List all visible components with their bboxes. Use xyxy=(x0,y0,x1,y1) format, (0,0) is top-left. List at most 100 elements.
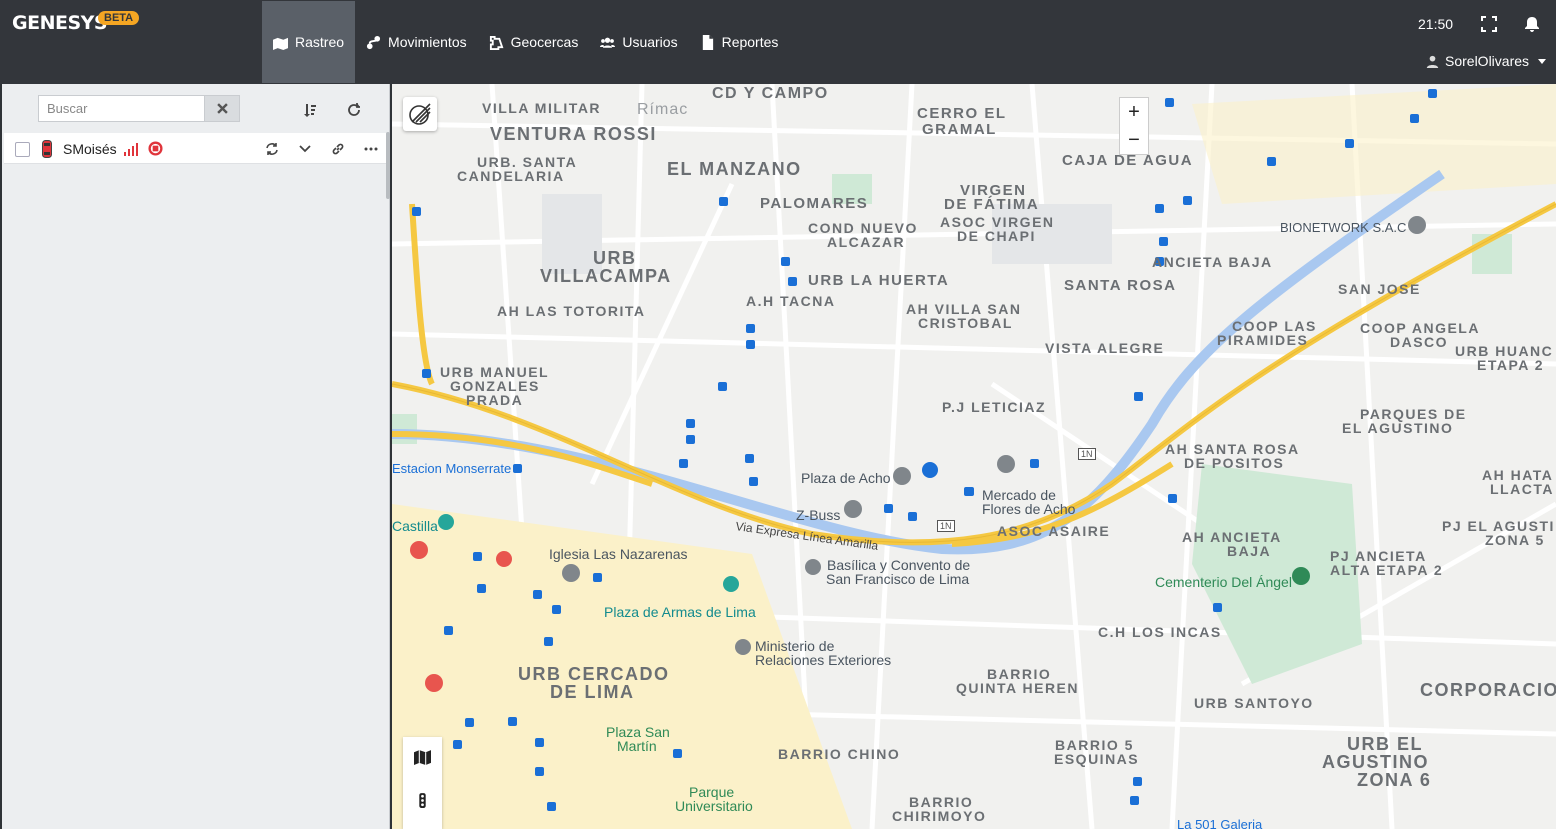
highway-shield: 1N xyxy=(937,520,955,532)
poi-label[interactable]: Estacion Monserrate xyxy=(392,461,511,476)
main-nav: Rastreo Movimientos Geocercas Usuarios R… xyxy=(262,1,789,83)
chevron-down-icon[interactable] xyxy=(298,142,312,156)
map-label: URB CERCADO xyxy=(518,664,670,684)
users-icon xyxy=(600,37,616,48)
refresh-icon[interactable] xyxy=(347,103,361,117)
map-label: URB xyxy=(593,248,637,268)
map-label: BARRIO CHINO xyxy=(778,746,901,762)
map-label: VILLA MILITAR xyxy=(482,100,602,116)
poi-label[interactable]: Iglesia Las Nazarenas xyxy=(549,546,688,562)
map-label: VISTA ALEGRE xyxy=(1045,340,1165,356)
map-label: CORPORACIO xyxy=(1420,680,1556,700)
route-icon xyxy=(366,35,381,49)
map-label: ASOC ASAIRE xyxy=(997,523,1111,539)
poi-label[interactable]: Relaciones Exteriores xyxy=(755,652,891,668)
map-label: URB LA HUERTA xyxy=(808,272,950,289)
zoom-out-button[interactable]: − xyxy=(1128,129,1140,152)
close-icon xyxy=(216,103,228,114)
map-view[interactable]: VILLA MILITAR VENTURA ROSSI CD Y CAMPO C… xyxy=(392,84,1556,829)
link-icon[interactable] xyxy=(331,142,345,156)
nav-rastreo-label: Rastreo xyxy=(295,34,345,50)
map-label: DE LIMA xyxy=(550,682,635,702)
clock: 21:50 xyxy=(1418,16,1454,32)
map-label: VENTURA ROSSI xyxy=(490,124,657,144)
map-label: DE POSITOS xyxy=(1184,455,1285,471)
poi-label[interactable]: La 501 Galeria xyxy=(1177,817,1262,829)
vehicle-icon xyxy=(42,140,52,158)
map-label: DASCO xyxy=(1390,334,1449,350)
bell-icon[interactable] xyxy=(1524,16,1540,32)
poi-label[interactable]: Z-Buss xyxy=(796,507,840,523)
poi-label[interactable]: Cementerio Del Ángel xyxy=(1155,574,1292,590)
poi-label[interactable]: Plaza de Armas de Lima xyxy=(604,604,756,620)
more-icon[interactable] xyxy=(364,142,378,156)
map-label: P.J LETICIAZ xyxy=(942,399,1047,415)
map-label: EL AGUSTINO xyxy=(1342,420,1454,436)
map-label: EL MANZANO xyxy=(667,159,802,179)
map-label: URB EL xyxy=(1347,734,1423,754)
zoom-in-button[interactable]: + xyxy=(1128,101,1140,124)
poi-label[interactable]: Flores de Acho xyxy=(982,501,1075,517)
measure-tool-button[interactable] xyxy=(403,97,437,131)
map-marked-icon xyxy=(273,37,288,50)
nav-rastreo[interactable]: Rastreo xyxy=(262,1,356,83)
draw-polygon-icon xyxy=(489,35,504,50)
sort-icon[interactable] xyxy=(303,103,317,117)
user-name: SorelOlivares xyxy=(1445,53,1530,69)
map-label: ALCAZAR xyxy=(827,234,906,250)
units-sidebar: SMoisés xyxy=(2,84,390,829)
map-label: PRADA xyxy=(466,392,524,408)
poi-label[interactable]: Castilla xyxy=(392,518,438,534)
map-label: DE FÁTIMA xyxy=(944,196,1040,213)
user-icon xyxy=(1426,55,1439,68)
nav-reportes[interactable]: Reportes xyxy=(689,1,790,83)
map-label: BAJA xyxy=(1227,543,1272,559)
poi-label[interactable]: San Francisco de Lima xyxy=(826,571,969,587)
sync-icon[interactable] xyxy=(265,142,279,156)
chevron-down-icon xyxy=(1538,58,1547,64)
map-label: DE CHAPI xyxy=(957,228,1036,244)
map-label: CHIRIMOYO xyxy=(892,808,987,824)
poi-label: Rímac xyxy=(637,101,689,118)
poi-label[interactable]: Plaza de Acho xyxy=(801,470,891,486)
brand-logo[interactable]: GENESYS xyxy=(12,12,108,34)
map-label: CRISTOBAL xyxy=(918,315,1013,331)
map-label: PALOMARES xyxy=(760,195,869,212)
map-label: URB SANTOYO xyxy=(1194,695,1314,711)
map-tools-panel xyxy=(403,737,442,829)
map-label: ANCIETA BAJA xyxy=(1152,254,1273,270)
signal-icon xyxy=(124,143,138,156)
map-label: AGUSTINO xyxy=(1322,752,1430,772)
nav-usuarios[interactable]: Usuarios xyxy=(589,1,688,83)
nav-geocercas[interactable]: Geocercas xyxy=(478,1,590,83)
poi-label[interactable]: Martín xyxy=(617,738,657,754)
user-menu[interactable]: SorelOlivares xyxy=(1426,53,1547,69)
fullscreen-icon[interactable] xyxy=(1481,16,1497,32)
map-label: VILLACAMPA xyxy=(540,266,672,286)
map-label: PIRAMIDES xyxy=(1217,332,1309,348)
poi-label[interactable]: Universitario xyxy=(675,798,753,814)
map-label: A.H TACNA xyxy=(746,293,836,309)
unit-row[interactable]: SMoisés xyxy=(4,133,386,164)
map-label: ALTA ETAPA 2 xyxy=(1330,562,1444,578)
nav-movimientos-label: Movimientos xyxy=(388,34,467,50)
map-label: ZONA 5 xyxy=(1485,532,1545,548)
traffic-light-icon[interactable] xyxy=(414,792,431,809)
ruler-icon xyxy=(409,103,431,125)
map-layers-icon[interactable] xyxy=(414,749,431,766)
map-label: C.H LOS INCAS xyxy=(1098,624,1222,640)
beta-badge: BETA xyxy=(98,11,140,25)
nav-usuarios-label: Usuarios xyxy=(622,34,678,50)
sidebar-scrollbar[interactable] xyxy=(386,132,390,199)
unit-checkbox[interactable] xyxy=(15,142,30,157)
nav-movimientos[interactable]: Movimientos xyxy=(355,1,478,83)
search-box xyxy=(38,95,240,122)
map-label: GRAMAL xyxy=(922,121,997,138)
search-input[interactable] xyxy=(38,95,204,122)
nav-reportes-label: Reportes xyxy=(721,34,779,50)
map-label: SANTA ROSA xyxy=(1064,277,1177,294)
highway-shield: 1N xyxy=(1078,448,1096,460)
poi-label[interactable]: BIONETWORK S.A.C xyxy=(1280,220,1406,235)
map-label: LLACTA xyxy=(1490,481,1554,497)
clear-search-button[interactable] xyxy=(204,95,240,122)
